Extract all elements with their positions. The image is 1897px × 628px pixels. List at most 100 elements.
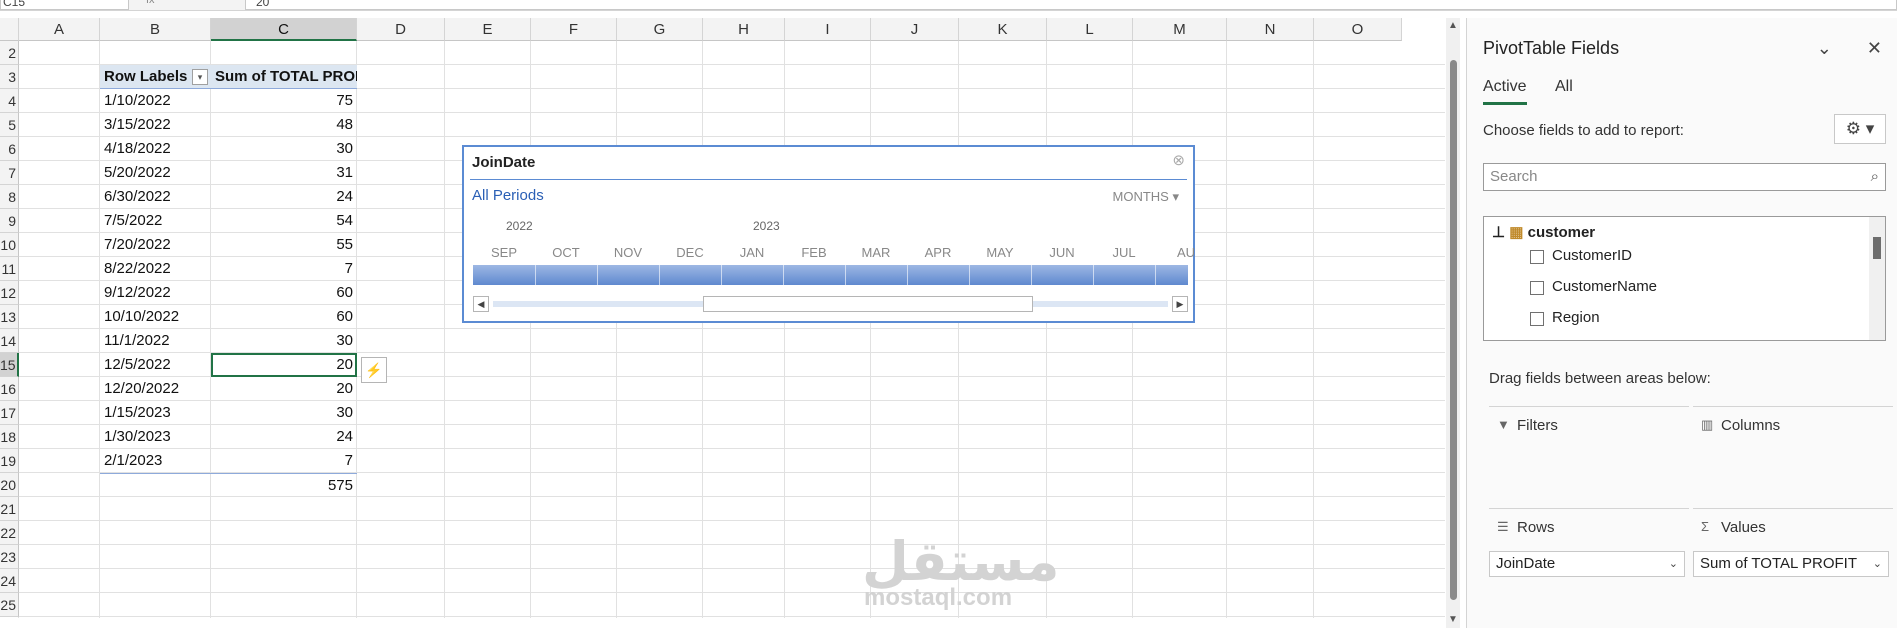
pivot-row-value[interactable]: 30: [211, 401, 357, 425]
column-header[interactable]: O: [1314, 18, 1402, 41]
pivot-row-value[interactable]: 55: [211, 233, 357, 257]
pivot-row-value[interactable]: 54: [211, 209, 357, 233]
row-header[interactable]: 10: [0, 233, 19, 257]
pivot-row-label[interactable]: 4/18/2022: [100, 137, 211, 161]
pivot-row-label[interactable]: 7/20/2022: [100, 233, 211, 257]
pivot-row-label[interactable]: 2/1/2023: [100, 449, 211, 473]
search-icon[interactable]: ⌕: [1871, 164, 1879, 190]
row-header[interactable]: 17: [0, 401, 19, 425]
column-header[interactable]: E: [445, 18, 531, 41]
timeline-month-label[interactable]: MAR: [846, 245, 906, 260]
pivot-row-label[interactable]: 1/30/2023: [100, 425, 211, 449]
column-header[interactable]: I: [785, 18, 871, 41]
row-header[interactable]: 2: [0, 41, 19, 65]
field-checkbox[interactable]: [1530, 312, 1544, 326]
field-checkbox[interactable]: [1530, 281, 1544, 295]
grand-total-value[interactable]: 575: [211, 473, 357, 497]
timeline-month-label[interactable]: APR: [908, 245, 968, 260]
row-header[interactable]: 19: [0, 449, 19, 473]
row-header[interactable]: 11: [0, 257, 19, 281]
table-node[interactable]: ⊥ ▦ customer: [1492, 223, 1595, 241]
scroll-right-icon[interactable]: ▶: [1172, 296, 1188, 312]
timeline-month-label[interactable]: FEB: [784, 245, 844, 260]
row-header[interactable]: 25: [0, 593, 19, 617]
field-name[interactable]: JoinDate: [1552, 340, 1615, 341]
pivot-row-value[interactable]: 24: [211, 185, 357, 209]
pivot-header-sum[interactable]: Sum of TOTAL PROFIT: [211, 65, 357, 89]
timeline-month-label[interactable]: JUL: [1094, 245, 1154, 260]
row-header[interactable]: 4: [0, 89, 19, 113]
name-box[interactable]: C15: [0, 0, 129, 10]
column-header[interactable]: C: [211, 18, 357, 41]
field-name[interactable]: CustomerName: [1552, 278, 1657, 295]
row-header[interactable]: 12: [0, 281, 19, 305]
values-area[interactable]: Σ Values Sum of TOTAL PROFIT ⌄: [1693, 508, 1893, 608]
formula-input[interactable]: 20: [245, 0, 1897, 10]
pivot-row-value[interactable]: 7: [211, 449, 357, 473]
row-header[interactable]: 9: [0, 209, 19, 233]
row-header[interactable]: 6: [0, 137, 19, 161]
close-icon[interactable]: ✕: [1867, 38, 1882, 58]
row-header[interactable]: 7: [0, 161, 19, 185]
pivot-row-label[interactable]: 12/5/2022: [100, 353, 211, 377]
chevron-down-icon[interactable]: ⌄: [1817, 38, 1832, 58]
pivot-row-label[interactable]: 7/5/2022: [100, 209, 211, 233]
fx-icon[interactable]: fx: [146, 0, 155, 6]
column-header[interactable]: B: [100, 18, 211, 41]
vertical-scrollbar[interactable]: ▲ ▼: [1446, 18, 1460, 628]
row-header[interactable]: 14: [0, 329, 19, 353]
pivot-row-label[interactable]: 10/10/2022: [100, 305, 211, 329]
timeline-month-label[interactable]: NOV: [598, 245, 658, 260]
values-field-dropdown[interactable]: Sum of TOTAL PROFIT ⌄: [1693, 551, 1889, 577]
pivot-row-value[interactable]: 20: [211, 377, 357, 401]
row-header[interactable]: 8: [0, 185, 19, 209]
row-header[interactable]: 3: [0, 65, 19, 89]
row-header[interactable]: 24: [0, 569, 19, 593]
pivot-row-label[interactable]: 12/20/2022: [100, 377, 211, 401]
column-header[interactable]: K: [959, 18, 1047, 41]
pivot-row-label[interactable]: 5/20/2022: [100, 161, 211, 185]
timeline-month-label[interactable]: SEP: [474, 245, 534, 260]
search-input[interactable]: Search ⌕: [1483, 163, 1886, 191]
pivot-row-value[interactable]: 75: [211, 89, 357, 113]
rows-area[interactable]: ☰ Rows JoinDate ⌄: [1489, 508, 1689, 608]
field-name[interactable]: Region: [1552, 309, 1600, 326]
scroll-left-icon[interactable]: ◀: [473, 296, 489, 312]
row-header[interactable]: 18: [0, 425, 19, 449]
row-header[interactable]: 15: [0, 353, 19, 377]
column-header[interactable]: F: [531, 18, 617, 41]
chevron-down-icon[interactable]: ⌄: [1669, 552, 1678, 576]
column-header[interactable]: A: [19, 18, 100, 41]
pivot-row-label[interactable]: 3/15/2022: [100, 113, 211, 137]
quick-analysis-icon[interactable]: ⚡: [361, 357, 387, 383]
timeline-month-label[interactable]: DEC: [660, 245, 720, 260]
pivot-row-value[interactable]: 48: [211, 113, 357, 137]
timeline-month-label[interactable]: AU: [1156, 245, 1216, 260]
pivot-row-value[interactable]: 7: [211, 257, 357, 281]
column-header[interactable]: G: [617, 18, 703, 41]
pivot-row-value[interactable]: 30: [211, 329, 357, 353]
pivot-row-label[interactable]: 9/12/2022: [100, 281, 211, 305]
field-list[interactable]: ⊥ ▦ customer CustomerID CustomerName Regio…: [1483, 216, 1886, 341]
timeline-scrollbar[interactable]: ◀ ▶: [473, 296, 1188, 312]
scroll-down-icon[interactable]: ▼: [1448, 614, 1458, 625]
timeline-bar[interactable]: [473, 265, 1188, 285]
timeline-month-label[interactable]: JAN: [722, 245, 782, 260]
field-name[interactable]: CustomerID: [1552, 247, 1632, 264]
filters-area[interactable]: ▼ Filters: [1489, 406, 1689, 506]
row-header[interactable]: 20: [0, 473, 19, 497]
pivot-row-label[interactable]: 11/1/2022: [100, 329, 211, 353]
pivot-row-value[interactable]: 30: [211, 137, 357, 161]
select-all-corner[interactable]: [0, 18, 19, 41]
pivot-row-value[interactable]: 60: [211, 281, 357, 305]
field-list-scrollbar[interactable]: [1869, 217, 1885, 340]
pivot-row-label[interactable]: 8/22/2022: [100, 257, 211, 281]
column-header[interactable]: N: [1227, 18, 1314, 41]
pivot-row-value[interactable]: 20: [211, 353, 357, 377]
row-header[interactable]: 22: [0, 521, 19, 545]
scroll-up-icon[interactable]: ▲: [1448, 20, 1458, 31]
column-header[interactable]: J: [871, 18, 959, 41]
tab-active[interactable]: Active: [1483, 78, 1527, 105]
column-header[interactable]: D: [357, 18, 445, 41]
pivot-row-value[interactable]: 60: [211, 305, 357, 329]
